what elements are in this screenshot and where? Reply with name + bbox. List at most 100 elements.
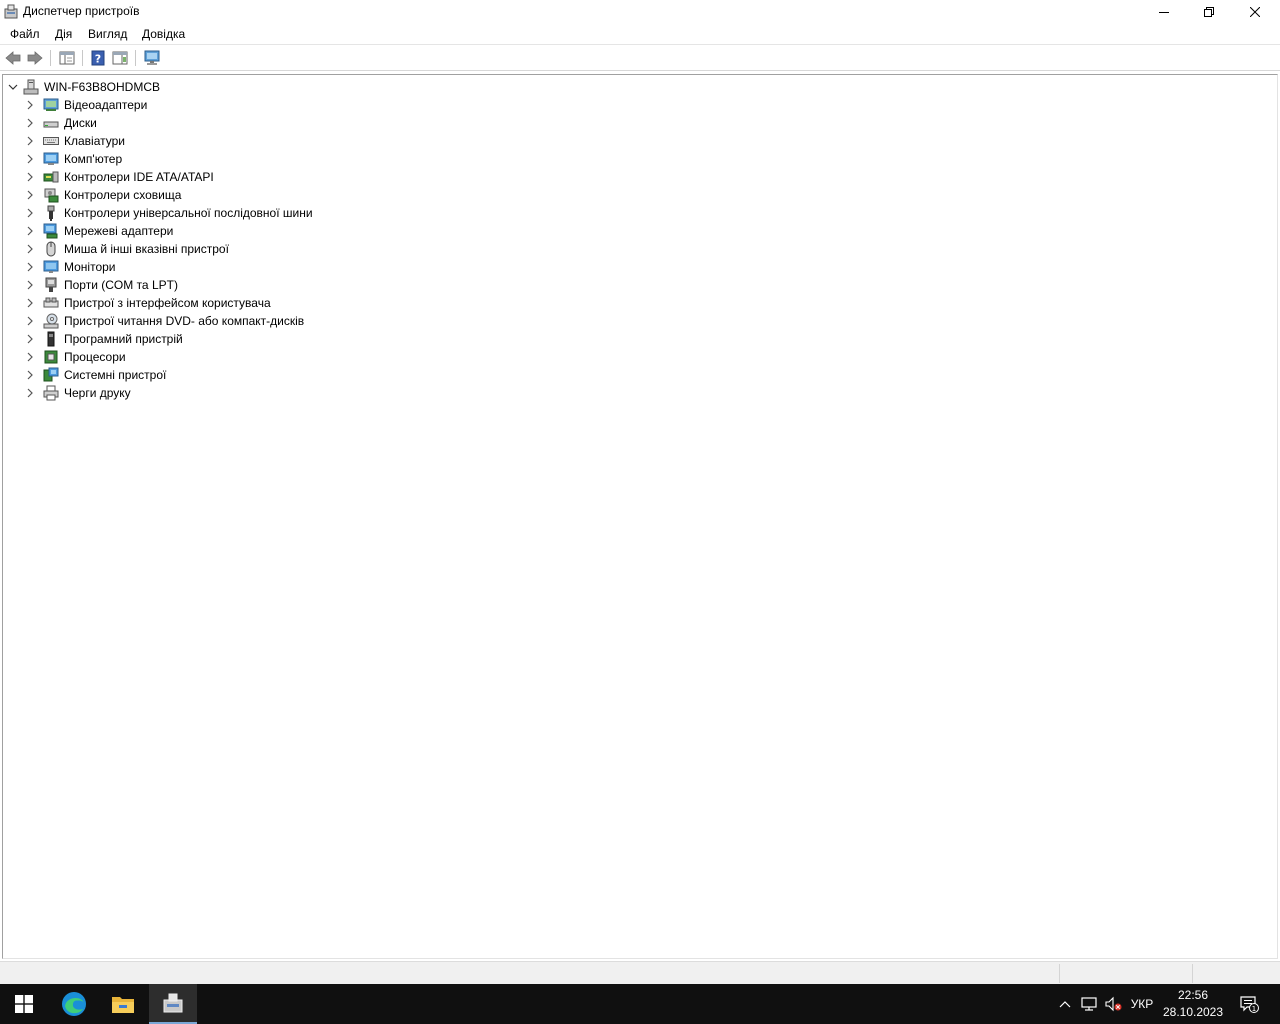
tree-category-label: Пристрої з інтерфейсом користувача <box>64 296 271 310</box>
help-icon: ? <box>91 50 105 66</box>
expand-chevron-icon[interactable] <box>24 348 36 366</box>
tree-category-label: Порти (COM та LPT) <box>64 278 178 292</box>
storage-controller-icon <box>43 187 59 203</box>
expand-chevron-icon[interactable] <box>24 186 36 204</box>
tree-category-label: Монітори <box>64 260 116 274</box>
title-bar[interactable]: Диспетчер пристроїв <box>0 0 1280 23</box>
device-tree[interactable]: WIN-F63B8OHDMCB Відеоадаптери Диски Клавіа… <box>2 74 1278 959</box>
tree-root-node[interactable]: WIN-F63B8OHDMCB <box>5 78 160 96</box>
tree-category-row[interactable]: Процесори <box>24 348 126 366</box>
toolbar: ? <box>0 46 1280 71</box>
network-tray-button[interactable] <box>1078 984 1100 1024</box>
expand-chevron-icon[interactable] <box>24 132 36 150</box>
expand-chevron-icon[interactable] <box>24 276 36 294</box>
clock-time: 22:56 <box>1177 988 1209 1002</box>
language-label: УКР <box>1130 997 1154 1011</box>
collapse-chevron-icon[interactable] <box>7 78 19 96</box>
tree-category-label: Диски <box>64 116 97 130</box>
expand-chevron-icon[interactable] <box>24 204 36 222</box>
action-pane-icon <box>112 51 128 65</box>
network-icon <box>1081 997 1097 1011</box>
system-device-icon <box>43 367 59 383</box>
properties-pane-icon <box>59 51 75 65</box>
tree-category-row[interactable]: Відеоадаптери <box>24 96 147 114</box>
show-hide-console-tree-button[interactable] <box>58 49 76 67</box>
clock-date: 28.10.2023 <box>1162 1005 1224 1019</box>
tree-category-row[interactable]: Диски <box>24 114 97 132</box>
tree-category-row[interactable]: Порти (COM та LPT) <box>24 276 178 294</box>
device-manager-app-icon <box>4 4 18 19</box>
tree-category-row[interactable]: Клавіатури <box>24 132 125 150</box>
tree-category-label: Контролери сховища <box>64 188 182 202</box>
help-button[interactable]: ? <box>89 49 107 67</box>
scan-hardware-button[interactable] <box>143 49 161 67</box>
expand-chevron-icon[interactable] <box>24 384 36 402</box>
menu-bar: Файл Дія Вигляд Довідка <box>0 23 1280 45</box>
tree-category-label: Пристрої читання DVD- або компакт-дисків <box>64 314 305 328</box>
chevron-up-icon <box>1059 1001 1071 1008</box>
tree-category-row[interactable]: Комп'ютер <box>24 150 122 168</box>
tree-category-row[interactable]: Мережеві адаптери <box>24 222 173 240</box>
svg-text:?: ? <box>95 53 101 66</box>
expand-chevron-icon[interactable] <box>24 294 36 312</box>
tree-category-row[interactable]: Контролери IDE ATA/ATAPI <box>24 168 214 186</box>
show-hidden-icons-button[interactable] <box>1055 984 1075 1024</box>
tree-category-row[interactable]: Пристрої з інтерфейсом користувача <box>24 294 271 312</box>
tree-category-row[interactable]: Системні пристрої <box>24 366 166 384</box>
tree-category-row[interactable]: Пристрої читання DVD- або компакт-дисків <box>24 312 304 330</box>
monitor-icon <box>43 259 59 275</box>
menu-file[interactable]: Файл <box>10 27 40 41</box>
tree-category-label: Комп'ютер <box>64 152 123 166</box>
status-bar <box>0 961 1280 984</box>
tree-category-row[interactable]: Монітори <box>24 258 116 276</box>
notification-count: 1 <box>1252 1005 1256 1013</box>
close-button[interactable] <box>1232 0 1278 23</box>
expand-chevron-icon[interactable] <box>24 312 36 330</box>
expand-chevron-icon[interactable] <box>24 330 36 348</box>
tree-category-row[interactable]: Програмний пристрій <box>24 330 183 348</box>
tree-category-label: Черги друку <box>64 386 131 400</box>
expand-chevron-icon[interactable] <box>24 222 36 240</box>
expand-chevron-icon[interactable] <box>24 168 36 186</box>
menu-action[interactable]: Дія <box>55 27 72 41</box>
tree-category-row[interactable]: Контролери універсальної послідовної шин… <box>24 204 313 222</box>
tree-category-label: Миша й інші вказівні пристрої <box>64 242 229 256</box>
input-language-indicator[interactable]: УКР <box>1126 984 1158 1024</box>
expand-chevron-icon[interactable] <box>24 258 36 276</box>
tree-category-label: Контролери універсальної послідовної шин… <box>64 206 313 220</box>
clock[interactable]: 22:56 28.10.2023 <box>1160 987 1226 1021</box>
expand-chevron-icon[interactable] <box>24 96 36 114</box>
tree-category-label: Програмний пристрій <box>64 332 183 346</box>
computer-root-icon <box>23 79 39 95</box>
expand-chevron-icon[interactable] <box>24 240 36 258</box>
tree-category-label: Мережеві адаптери <box>64 224 174 238</box>
restore-icon <box>1204 6 1214 17</box>
window-title: Диспетчер пристроїв <box>23 4 140 18</box>
menu-help[interactable]: Довідка <box>142 27 185 41</box>
forward-button[interactable] <box>26 49 44 67</box>
expand-chevron-icon[interactable] <box>24 150 36 168</box>
action-pane-button[interactable] <box>111 49 129 67</box>
usb-icon <box>43 205 59 221</box>
tree-category-label: Системні пристрої <box>64 368 167 382</box>
taskbar: УКР 22:56 28.10.2023 1 <box>0 984 1280 1024</box>
network-adapter-icon <box>43 223 59 239</box>
restore-button[interactable] <box>1186 0 1232 23</box>
edge-icon <box>62 992 86 1016</box>
device-manager-taskbar-button[interactable] <box>149 984 197 1024</box>
tree-category-label: Процесори <box>64 350 126 364</box>
tree-category-row[interactable]: Черги друку <box>24 384 131 402</box>
file-explorer-taskbar-button[interactable] <box>99 984 147 1024</box>
start-button[interactable] <box>0 984 48 1024</box>
edge-taskbar-button[interactable] <box>50 984 98 1024</box>
action-center-button[interactable]: 1 <box>1232 984 1266 1024</box>
volume-tray-button[interactable] <box>1102 984 1124 1024</box>
expand-chevron-icon[interactable] <box>24 114 36 132</box>
tree-category-row[interactable]: Миша й інші вказівні пристрої <box>24 240 229 258</box>
back-button[interactable] <box>4 49 22 67</box>
menu-view[interactable]: Вигляд <box>88 27 127 41</box>
tree-category-row[interactable]: Контролери сховища <box>24 186 181 204</box>
expand-chevron-icon[interactable] <box>24 366 36 384</box>
minimize-button[interactable] <box>1141 0 1187 23</box>
tree-category-label: Відеоадаптери <box>64 98 148 112</box>
